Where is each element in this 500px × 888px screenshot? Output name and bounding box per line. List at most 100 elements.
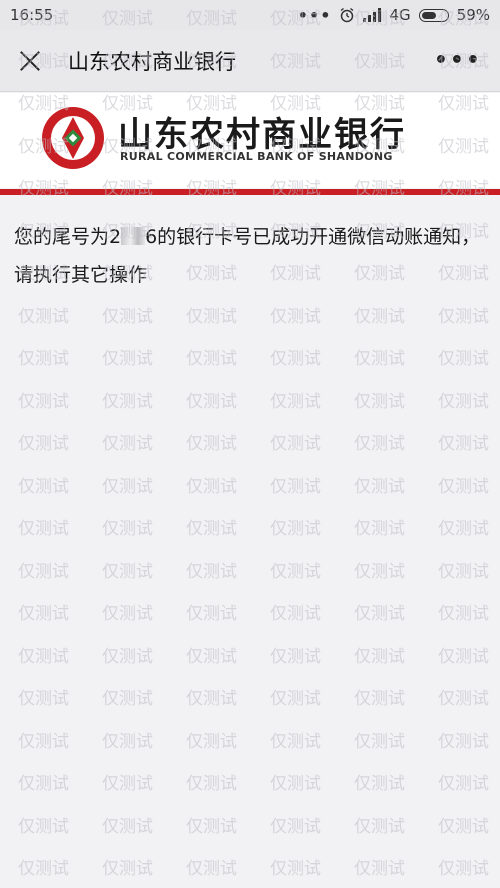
notification-message: 您的尾号为2 6的银行卡号已成功开通微信动账通知，请执行其它操作 [14, 218, 490, 294]
watermark-text: 仅测试 [102, 561, 153, 582]
watermark-text: 仅测试 [186, 859, 237, 879]
watermark-text: 仅测试 [354, 476, 405, 497]
bank-name-cn: 山东农村商业银行 [118, 115, 406, 155]
status-time: 16:55 [10, 6, 54, 24]
watermark-text: 仅测试 [354, 774, 405, 794]
watermark-text: 仅测试 [270, 774, 321, 794]
watermark-text: 仅测试 [18, 731, 69, 752]
watermark-text: 仅测试 [438, 434, 489, 454]
watermark-text: 仅测试 [186, 561, 237, 582]
watermark-text: 仅测试 [186, 349, 237, 369]
watermark-text: 仅测试 [438, 519, 489, 539]
watermark-text: 仅测试 [354, 519, 405, 539]
watermark-text: 仅测试 [354, 646, 405, 667]
watermark-text: 仅测试 [102, 476, 153, 497]
watermark-text: 仅测试 [270, 561, 321, 582]
bank-logo-icon [42, 107, 104, 169]
watermark-text: 仅测试 [18, 816, 69, 837]
nav-bar: 山东农村商业银行 ••• [0, 30, 500, 92]
watermark-text: 仅测试 [186, 646, 237, 667]
watermark-text: 仅测试 [354, 561, 405, 582]
watermark-text: 仅测试 [438, 349, 489, 369]
watermark-text: 仅测试 [438, 689, 489, 709]
watermark-text: 仅测试 [270, 604, 321, 624]
watermark-text: 仅测试 [354, 689, 405, 709]
watermark-text: 仅测试 [270, 816, 321, 837]
watermark-text: 仅测试 [102, 859, 153, 879]
watermark-text: 仅测试 [18, 306, 69, 327]
watermark-text: 仅测试 [354, 434, 405, 454]
battery-percent: 59% [456, 6, 490, 24]
watermark-text: 仅测试 [438, 306, 489, 327]
more-icon[interactable]: ••• [434, 48, 482, 73]
watermark-text: 仅测试 [438, 731, 489, 752]
watermark-text: 仅测试 [354, 816, 405, 837]
watermark-text: 仅测试 [102, 604, 153, 624]
watermark-text: 仅测试 [18, 519, 69, 539]
watermark-text: 仅测试 [18, 604, 69, 624]
watermark-text: 仅测试 [18, 349, 69, 369]
bank-name-en: RURAL COMMERCIAL BANK OF SHANDONG [120, 150, 393, 163]
watermark-text: 仅测试 [102, 774, 153, 794]
watermark-text: 仅测试 [270, 434, 321, 454]
alarm-icon [341, 7, 354, 23]
watermark-text: 仅测试 [186, 434, 237, 454]
watermark-text: 仅测试 [102, 349, 153, 369]
watermark-text: 仅测试 [354, 306, 405, 327]
watermark-text: 仅测试 [186, 391, 237, 412]
watermark-text: 仅测试 [270, 646, 321, 667]
watermark-text: 仅测试 [186, 731, 237, 752]
watermark-text: 仅测试 [186, 604, 237, 624]
close-icon[interactable] [18, 49, 42, 73]
watermark-text: 仅测试 [102, 646, 153, 667]
watermark-text: 仅测试 [270, 476, 321, 497]
watermark-text: 仅测试 [186, 306, 237, 327]
watermark-text: 仅测试 [18, 689, 69, 709]
watermark-text: 仅测试 [438, 391, 489, 412]
banner-divider [0, 189, 500, 195]
watermark-text: 仅测试 [354, 859, 405, 879]
watermark-text: 仅测试 [438, 646, 489, 667]
watermark-text: 仅测试 [186, 774, 237, 794]
watermark-text: 仅测试 [186, 689, 237, 709]
network-type: 4G [389, 6, 411, 24]
watermark-text: 仅测试 [438, 859, 489, 879]
watermark-text: 仅测试 [102, 689, 153, 709]
watermark-text: 仅测试 [270, 391, 321, 412]
watermark-text: 仅测试 [102, 306, 153, 327]
watermark-text: 仅测试 [186, 816, 237, 837]
watermark-text: 仅测试 [18, 561, 69, 582]
watermark-text: 仅测试 [102, 434, 153, 454]
page-title: 山东农村商业银行 [68, 49, 236, 74]
watermark-text: 仅测试 [438, 604, 489, 624]
watermark-text: 仅测试 [438, 816, 489, 837]
watermark-text: 仅测试 [102, 519, 153, 539]
watermark-text: 仅测试 [270, 859, 321, 879]
watermark-text: 仅测试 [270, 731, 321, 752]
watermark-text: 仅测试 [270, 689, 321, 709]
watermark-text: 仅测试 [102, 391, 153, 412]
watermark-text: 仅测试 [18, 434, 69, 454]
watermark-text: 仅测试 [102, 731, 153, 752]
watermark-text: 仅测试 [270, 519, 321, 539]
signal-icon [363, 8, 382, 22]
watermark-text: 仅测试 [354, 391, 405, 412]
watermark-text: 仅测试 [354, 731, 405, 752]
watermark-text: 仅测试 [18, 476, 69, 497]
watermark-text: 仅测试 [438, 774, 489, 794]
status-bar: 16:55 ••• 4G 59% [0, 0, 500, 30]
message-text-start: 您的尾号为2 [14, 226, 122, 248]
watermark-text: 仅测试 [18, 646, 69, 667]
watermark-text: 仅测试 [18, 774, 69, 794]
more-notifications-icon: ••• [297, 5, 332, 25]
watermark-text: 仅测试 [438, 561, 489, 582]
bank-banner: 山东农村商业银行 RURAL COMMERCIAL BANK OF SHANDO… [0, 93, 500, 188]
watermark-text: 仅测试 [18, 859, 69, 879]
watermark-text: 仅测试 [354, 604, 405, 624]
battery-icon [418, 8, 449, 22]
status-icons: ••• 4G 59% [298, 6, 490, 25]
watermark-text: 仅测试 [354, 349, 405, 369]
watermark-text: 仅测试 [438, 476, 489, 497]
watermark-text: 仅测试 [270, 306, 321, 327]
watermark-text: 仅测试 [18, 391, 69, 412]
